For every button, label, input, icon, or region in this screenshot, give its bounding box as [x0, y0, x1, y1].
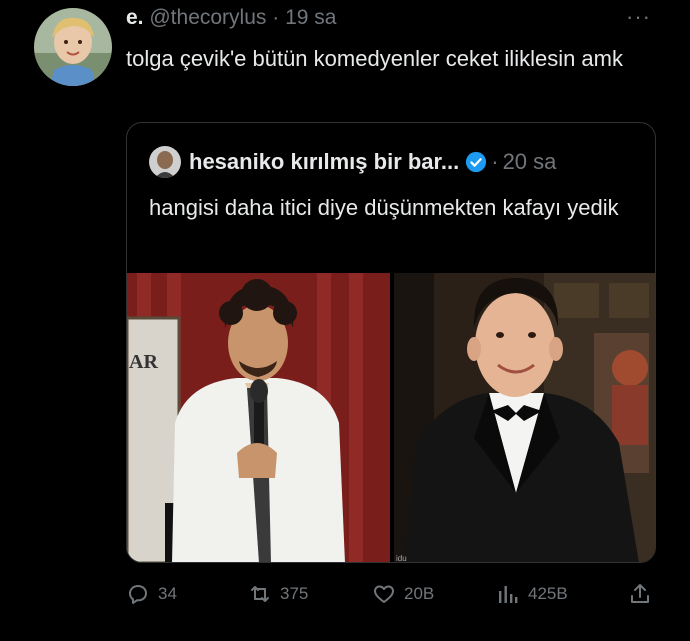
reply-button[interactable]: 34	[126, 578, 177, 610]
share-icon	[631, 584, 649, 603]
verified-badge-icon	[466, 151, 487, 173]
tweet-text: tolga çevik'e bütün komedyenler ceket il…	[126, 46, 623, 71]
quoted-separator-dot: ·	[491, 149, 499, 174]
author-avatar[interactable]	[34, 8, 112, 86]
view-count: 425B	[528, 584, 568, 603]
retweet-icon	[251, 586, 269, 602]
like-button[interactable]: 20B	[372, 578, 434, 610]
quoted-timestamp[interactable]: 20 sa	[503, 149, 557, 175]
analytics-icon	[499, 586, 518, 603]
tweet-actions-bar: 34 375 20B 425B	[126, 578, 656, 610]
quoted-tweet-text: hangisi daha itici diye düşünmekten kafa…	[149, 195, 619, 220]
media-image-right[interactable]: idu	[394, 273, 655, 563]
media-image-left[interactable]: AR	[127, 273, 390, 562]
share-button[interactable]	[628, 578, 660, 610]
views-button[interactable]: 425B	[496, 578, 568, 610]
tweet-timestamp[interactable]: 19 sa	[285, 6, 336, 29]
like-count: 20B	[404, 584, 435, 603]
svg-text:idu: idu	[396, 554, 407, 563]
author-name[interactable]: e.	[126, 6, 144, 29]
reply-count: 34	[158, 584, 177, 603]
heart-icon	[374, 585, 394, 603]
comedian-photo-right: idu	[394, 273, 655, 563]
quoted-author-avatar[interactable]	[149, 146, 181, 178]
quoted-media[interactable]: AR idu	[127, 273, 655, 563]
separator-dot: ·	[272, 6, 280, 29]
tweet-header: e. @thecorylus · 19 sa	[126, 6, 336, 30]
quoted-avatar-image	[149, 146, 181, 178]
author-handle[interactable]: @thecorylus	[149, 6, 266, 29]
quoted-tweet-header: hesaniko kırılmış bir bar... · 20 sa	[149, 145, 556, 179]
comedian-photo-left: AR	[127, 273, 390, 562]
more-options-icon[interactable]: ···	[626, 4, 651, 30]
quoted-tweet[interactable]: hesaniko kırılmış bir bar... · 20 sa han…	[126, 122, 656, 563]
retweet-button[interactable]: 375	[248, 578, 308, 610]
quoted-author-name[interactable]: hesaniko kırılmış bir bar...	[189, 149, 459, 175]
author-avatar-image	[34, 8, 112, 86]
retweet-count: 375	[280, 584, 309, 603]
reply-icon	[129, 585, 147, 604]
svg-text:AR: AR	[129, 351, 158, 373]
